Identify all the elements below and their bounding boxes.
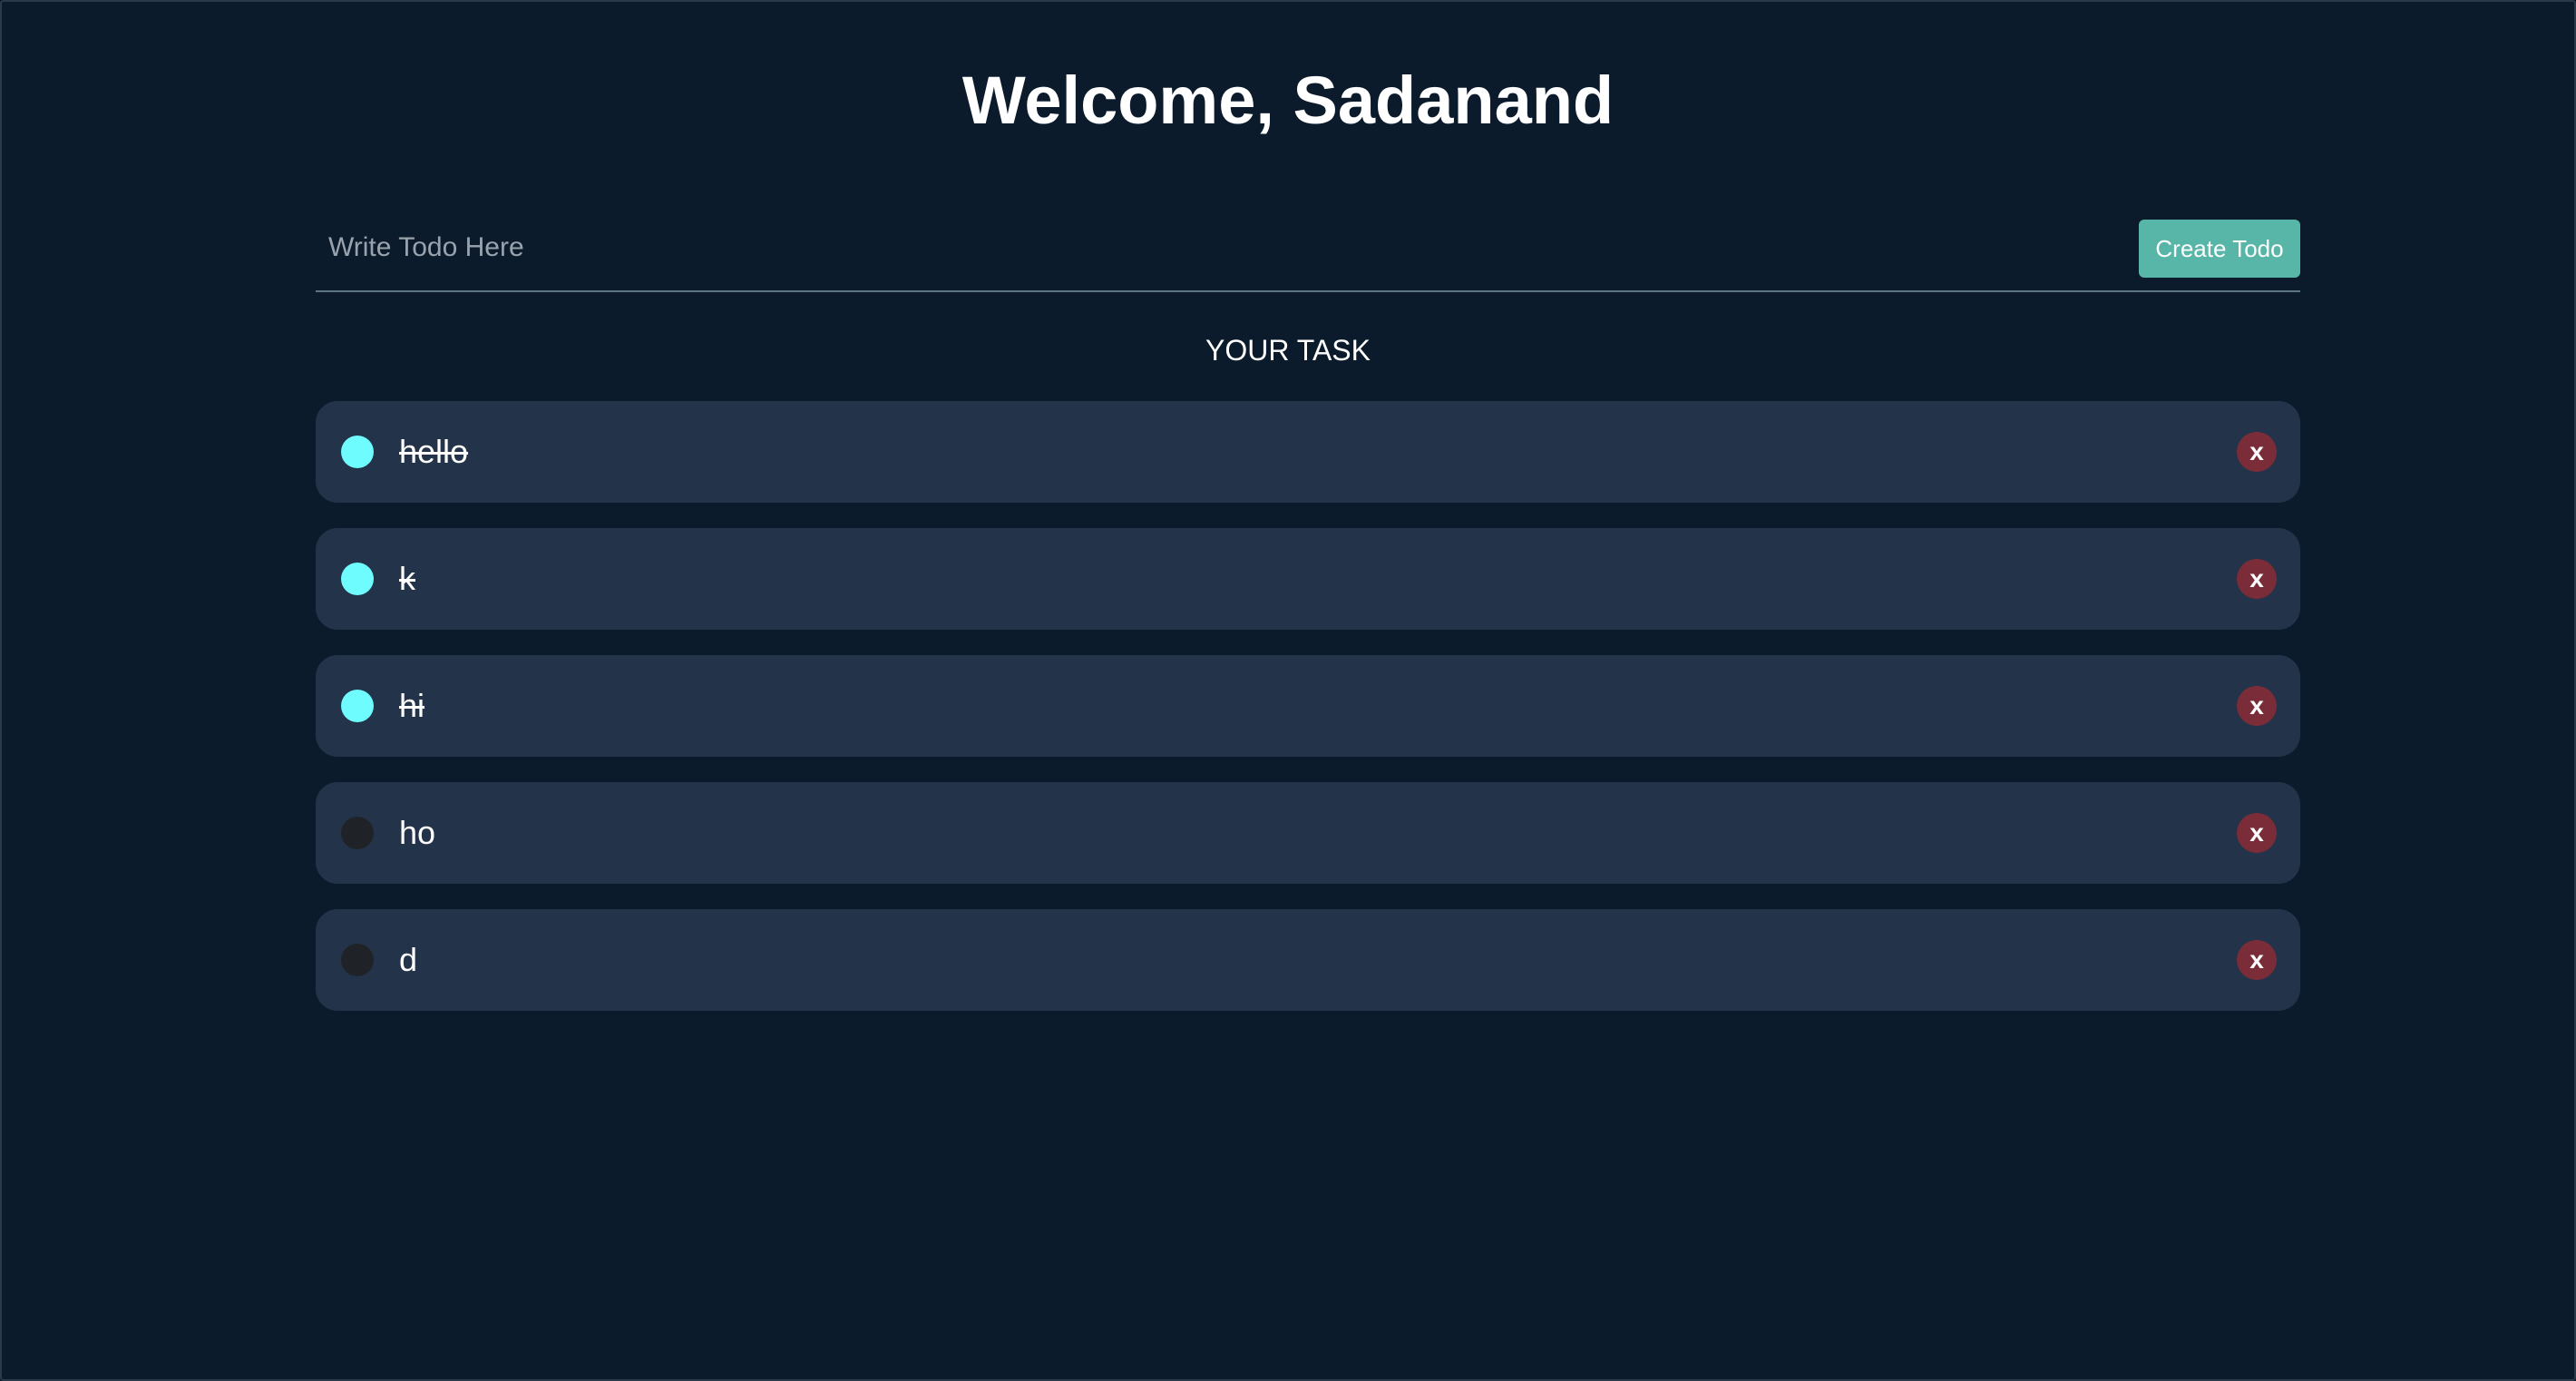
delete-task-button[interactable]: x [2237,432,2277,472]
page-title: Welcome, Sadanand [961,63,1615,138]
tasks-heading: YOUR TASK [1205,334,1371,367]
completion-toggle[interactable] [341,944,374,976]
todo-form: Create Todo [316,218,2300,292]
delete-task-button[interactable]: x [2237,559,2277,599]
task-item: hello x [316,401,2300,503]
task-text[interactable]: hello [399,401,468,503]
task-text[interactable]: ho [399,782,435,884]
completion-toggle[interactable] [341,817,374,849]
task-text[interactable]: k [399,528,415,630]
task-item: k x [316,528,2300,630]
task-list: hello x k x hi x ho x d x [316,401,2300,1036]
task-item: hi x [316,655,2300,757]
create-todo-button[interactable]: Create Todo [2139,220,2300,278]
completion-toggle[interactable] [341,690,374,722]
task-text[interactable]: hi [399,655,424,757]
delete-task-button[interactable]: x [2237,686,2277,726]
completion-toggle[interactable] [341,436,374,468]
delete-task-button[interactable]: x [2237,940,2277,980]
completion-toggle[interactable] [341,563,374,595]
todo-input[interactable] [316,218,2112,278]
task-text[interactable]: d [399,909,417,1011]
task-item: ho x [316,782,2300,884]
task-item: d x [316,909,2300,1011]
delete-task-button[interactable]: x [2237,813,2277,853]
todo-app: Welcome, Sadanand Create Todo YOUR TASK … [0,0,2576,1381]
